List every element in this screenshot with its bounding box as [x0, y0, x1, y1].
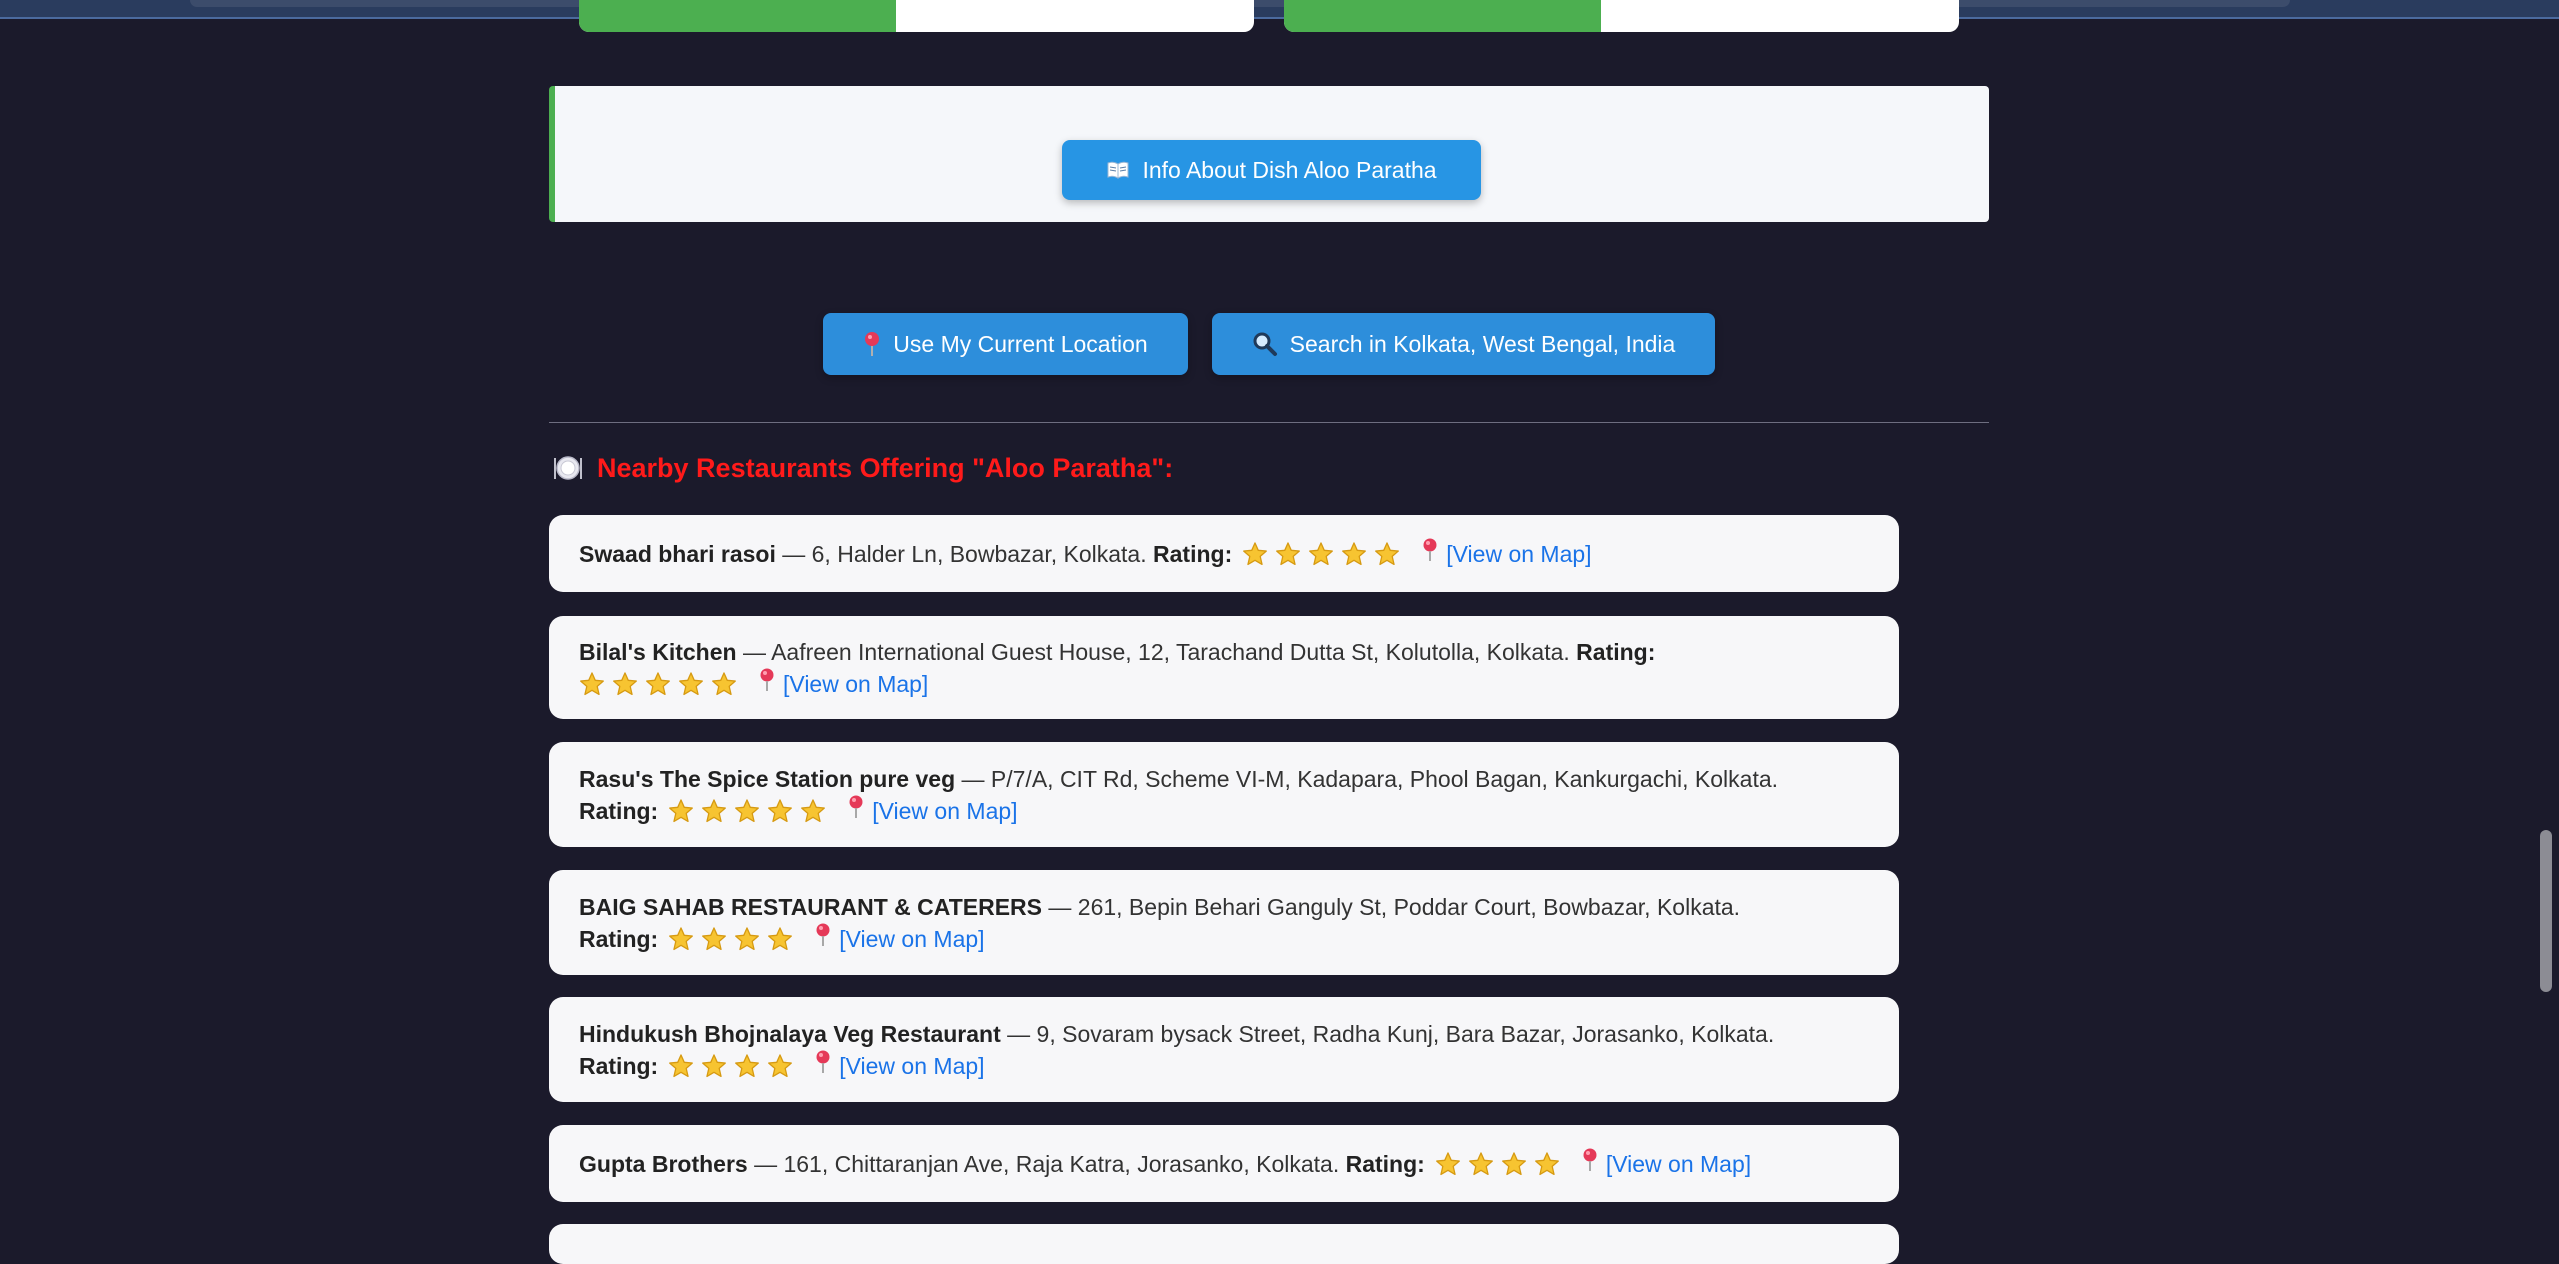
pin-icon [1582, 1148, 1598, 1180]
star-icon [735, 926, 760, 950]
progress-fill-2 [1284, 0, 1602, 32]
star-rating [668, 798, 826, 824]
rating-label: Rating: [1153, 540, 1233, 567]
star-icon [1243, 541, 1268, 565]
star-icon [669, 798, 694, 822]
restaurant-name: Swaad bhari rasoi [579, 540, 776, 567]
restaurant-address: — 161, Chittaranjan Ave, Raja Katra, Jor… [747, 1150, 1346, 1177]
view-on-map-link[interactable]: [View on Map] [839, 923, 984, 955]
star-icon [1375, 541, 1400, 565]
dish-info-button[interactable]: Info About Dish Aloo Paratha [1062, 140, 1481, 200]
nearby-restaurants-heading-text: Nearby Restaurants Offering "Aloo Parath… [597, 452, 1174, 483]
star-icon [768, 798, 793, 822]
star-rating [1242, 541, 1400, 567]
plate-icon [554, 456, 582, 480]
restaurant-address: — P/7/A, CIT Rd, Scheme VI-M, Kadapara, … [955, 765, 1779, 792]
restaurant-line: [View on Map] [579, 668, 1869, 700]
restaurant-name: Bilal's Kitchen [579, 638, 737, 665]
restaurant-name: Rasu's The Spice Station pure veg [579, 765, 956, 792]
star-icon [702, 926, 727, 950]
star-icon [735, 798, 760, 822]
star-rating [668, 1053, 793, 1079]
restaurant-card: Rasu's The Spice Station pure veg — P/7/… [549, 742, 1899, 847]
restaurant-line: Hindukush Bhojnalaya Veg Restaurant — 9,… [579, 1018, 1869, 1050]
star-icon [669, 1053, 694, 1077]
pin-icon [759, 668, 775, 700]
nearby-restaurants-heading: Nearby Restaurants Offering "Aloo Parath… [553, 448, 1173, 488]
star-icon [1501, 1151, 1526, 1175]
pin-icon [815, 1050, 831, 1082]
star-icon [580, 671, 604, 695]
restaurant-address: — 9, Sovaram bysack Street, Radha Kunj, … [1000, 1020, 1775, 1047]
pin-icon [1422, 538, 1438, 570]
view-on-map-link[interactable]: [View on Map] [1446, 538, 1591, 570]
search-in-city-button[interactable]: Search in Kolkata, West Bengal, India [1212, 313, 1715, 375]
restaurant-card: Gupta Brothers — 161, Chittaranjan Ave, … [549, 1125, 1899, 1202]
star-icon [1534, 1151, 1559, 1175]
star-icon [1435, 1151, 1460, 1175]
search-in-city-label: Search in Kolkata, West Bengal, India [1289, 330, 1676, 357]
star-icon [735, 1053, 760, 1077]
restaurant-address: — 261, Bepin Behari Ganguly St, Poddar C… [1042, 893, 1741, 920]
restaurant-name: BAIG SAHAB RESTAURANT & CATERERS [579, 893, 1042, 920]
star-rating [1435, 1151, 1560, 1177]
star-icon [679, 671, 703, 695]
open-book-icon [1107, 161, 1129, 179]
star-icon [1276, 541, 1301, 565]
star-rating [668, 926, 793, 952]
restaurant-line: Rating: [View on Map] [579, 1050, 1869, 1082]
pin-icon [865, 332, 880, 356]
restaurant-line: Rating: [View on Map] [579, 795, 1869, 827]
restaurant-address: — Aafreen International Guest House, 12,… [736, 638, 1577, 665]
restaurant-line: Gupta Brothers — 161, Chittaranjan Ave, … [579, 1148, 1869, 1180]
pin-icon [815, 923, 831, 955]
restaurant-card: Hindukush Bhojnalaya Veg Restaurant — 9,… [549, 997, 1899, 1102]
star-icon [702, 1053, 727, 1077]
rating-label: Rating: [1576, 638, 1656, 665]
restaurant-line: Bilal's Kitchen — Aafreen International … [579, 636, 1869, 668]
view-on-map-link[interactable]: [View on Map] [783, 668, 928, 700]
rating-label: Rating: [1345, 1150, 1425, 1177]
section-divider [549, 422, 1989, 423]
use-current-location-button[interactable]: Use My Current Location [823, 313, 1188, 375]
restaurant-name: Gupta Brothers [579, 1150, 748, 1177]
restaurant-line: Swaad bhari rasoi — 6, Halder Ln, Bowbaz… [579, 538, 1869, 570]
star-icon [768, 926, 793, 950]
rating-label: Rating: [579, 925, 659, 952]
restaurant-card-partial [549, 1224, 1899, 1264]
restaurant-line: Rasu's The Spice Station pure veg — P/7/… [579, 763, 1869, 795]
restaurant-card: Swaad bhari rasoi — 6, Halder Ln, Bowbaz… [549, 515, 1899, 592]
star-icon [712, 671, 736, 695]
star-icon [613, 671, 637, 695]
view-on-map-link[interactable]: [View on Map] [872, 795, 1017, 827]
restaurant-line: Rating: [View on Map] [579, 923, 1869, 955]
star-icon [801, 798, 826, 822]
star-icon [669, 926, 694, 950]
progress-card-1 [579, 0, 1254, 32]
page-scrollbar-thumb[interactable] [2540, 830, 2552, 992]
restaurant-card: Bilal's Kitchen — Aafreen International … [549, 616, 1899, 719]
progress-fill-1 [579, 0, 897, 32]
star-icon [646, 671, 670, 695]
rating-label: Rating: [579, 797, 659, 824]
star-icon [1468, 1151, 1493, 1175]
star-icon [1309, 541, 1334, 565]
restaurant-name: Hindukush Bhojnalaya Veg Restaurant [579, 1020, 1001, 1047]
browser-top-bar [0, 0, 2559, 19]
view-on-map-link[interactable]: [View on Map] [1606, 1148, 1751, 1180]
restaurant-card: BAIG SAHAB RESTAURANT & CATERERS — 261, … [549, 870, 1899, 975]
restaurant-address: — 6, Halder Ln, Bowbazar, Kolkata. [775, 540, 1154, 567]
star-rating [579, 671, 737, 697]
star-icon [1342, 541, 1367, 565]
star-icon [702, 798, 727, 822]
view-on-map-link[interactable]: [View on Map] [839, 1050, 984, 1082]
progress-card-2 [1284, 0, 1959, 32]
use-current-location-label: Use My Current Location [893, 330, 1148, 357]
restaurant-line: BAIG SAHAB RESTAURANT & CATERERS — 261, … [579, 891, 1869, 923]
rating-label: Rating: [579, 1052, 659, 1079]
pin-icon [848, 795, 864, 827]
star-icon [768, 1053, 793, 1077]
magnifier-icon [1253, 332, 1277, 356]
dish-info-label: Info About Dish Aloo Paratha [1142, 156, 1437, 183]
